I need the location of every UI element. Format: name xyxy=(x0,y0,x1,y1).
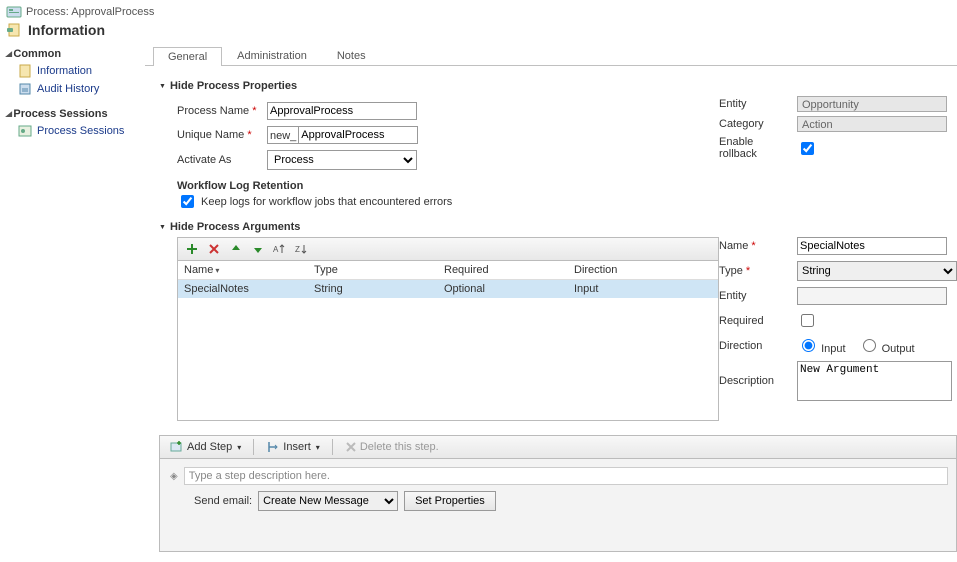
workflow-log-retention-label: Workflow Log Retention xyxy=(159,180,719,192)
arg-direction-input-radio[interactable]: Input xyxy=(797,336,846,355)
arg-entity-label: Entity xyxy=(719,290,789,302)
col-direction[interactable]: Direction xyxy=(574,264,712,276)
arg-name-input[interactable] xyxy=(797,237,947,255)
page-title: Information xyxy=(28,22,105,38)
enable-rollback-label: Enable rollback xyxy=(719,136,789,160)
sidebar-item-label: Process Sessions xyxy=(37,125,124,137)
unique-name-input[interactable] xyxy=(298,126,418,144)
insert-button[interactable]: Insert xyxy=(260,437,326,457)
info-icon xyxy=(18,64,32,78)
arg-description-label: Description xyxy=(719,375,789,387)
category-label: Category xyxy=(719,118,789,130)
move-up-icon[interactable] xyxy=(228,241,244,257)
tab-notes[interactable]: Notes xyxy=(322,46,381,65)
arg-required-label: Required xyxy=(719,315,789,327)
breadcrumb: Process: ApprovalProcess xyxy=(26,6,154,18)
arg-description-input[interactable]: New Argument xyxy=(797,361,952,401)
col-required[interactable]: Required xyxy=(444,264,574,276)
add-step-button[interactable]: Add Step xyxy=(164,437,247,457)
sidebar-item-label: Audit History xyxy=(37,83,99,95)
add-argument-icon[interactable] xyxy=(184,241,200,257)
process-icon xyxy=(6,4,22,20)
unique-name-prefix: new_ xyxy=(267,126,298,144)
add-step-icon xyxy=(170,440,184,454)
send-email-label: Send email: xyxy=(194,495,252,507)
arg-type-label: Type * xyxy=(719,265,789,277)
table-row[interactable]: SpecialNotes String Optional Input xyxy=(178,280,718,298)
step-description-input[interactable] xyxy=(184,467,948,485)
entity-field: Opportunity xyxy=(797,96,947,112)
sidebar-section-process-sessions[interactable]: Process Sessions xyxy=(4,106,141,122)
delete-step-button: Delete this step. xyxy=(339,437,445,457)
unique-name-label: Unique Name * xyxy=(177,129,257,141)
arg-type-select[interactable]: String xyxy=(797,261,957,281)
steps-toolbar: Add Step Insert Delete this step. xyxy=(159,435,957,459)
entity-label: Entity xyxy=(719,98,789,110)
arguments-toolbar: A Z xyxy=(177,237,719,261)
arg-direction-output-radio[interactable]: Output xyxy=(858,336,915,355)
sidebar-item-information[interactable]: Information xyxy=(4,62,141,80)
arg-name-label: Name * xyxy=(719,240,789,252)
arg-required-checkbox[interactable] xyxy=(801,314,814,327)
arg-direction-label: Direction xyxy=(719,340,789,352)
set-properties-button[interactable]: Set Properties xyxy=(404,491,496,511)
insert-icon xyxy=(266,440,280,454)
sidebar-item-process-sessions[interactable]: Process Sessions xyxy=(4,122,141,140)
col-type[interactable]: Type xyxy=(314,264,444,276)
sort-asc-icon[interactable]: A xyxy=(272,241,288,257)
sort-desc-icon[interactable]: Z xyxy=(294,241,310,257)
process-name-label: Process Name * xyxy=(177,105,257,117)
sidebar-item-label: Information xyxy=(37,65,92,77)
svg-text:Z: Z xyxy=(295,245,300,254)
tab-administration[interactable]: Administration xyxy=(222,46,322,65)
tab-strip: General Administration Notes xyxy=(145,44,957,66)
activate-as-select[interactable]: Process xyxy=(267,150,417,170)
info-icon xyxy=(6,22,22,38)
steps-body: ◈ Send email: Create New Message Set Pro… xyxy=(159,459,957,552)
hide-process-arguments-toggle[interactable]: Hide Process Arguments xyxy=(159,217,957,237)
send-email-select[interactable]: Create New Message xyxy=(258,491,398,511)
delete-icon xyxy=(345,441,357,453)
process-name-input[interactable] xyxy=(267,102,417,120)
svg-text:A: A xyxy=(273,245,279,254)
sidebar-section-common[interactable]: Common xyxy=(4,46,141,62)
arg-entity-input xyxy=(797,287,947,305)
sidebar-item-audit-history[interactable]: Audit History xyxy=(4,80,141,98)
step-bullet-icon: ◈ xyxy=(170,471,178,482)
keep-logs-label: Keep logs for workflow jobs that encount… xyxy=(201,196,452,208)
sidebar: Common Information Audit History Process… xyxy=(0,44,145,562)
sessions-icon xyxy=(18,124,32,138)
tab-general[interactable]: General xyxy=(153,47,222,66)
delete-argument-icon[interactable] xyxy=(206,241,222,257)
arguments-grid: Name Type Required Direction SpecialNote… xyxy=(177,261,719,421)
enable-rollback-checkbox[interactable] xyxy=(801,142,814,155)
keep-logs-checkbox[interactable] xyxy=(181,195,194,208)
move-down-icon[interactable] xyxy=(250,241,266,257)
activate-as-label: Activate As xyxy=(177,154,257,166)
category-field: Action xyxy=(797,116,947,132)
col-name[interactable]: Name xyxy=(184,264,314,276)
audit-icon xyxy=(18,82,32,96)
hide-process-properties-toggle[interactable]: Hide Process Properties xyxy=(159,76,957,96)
